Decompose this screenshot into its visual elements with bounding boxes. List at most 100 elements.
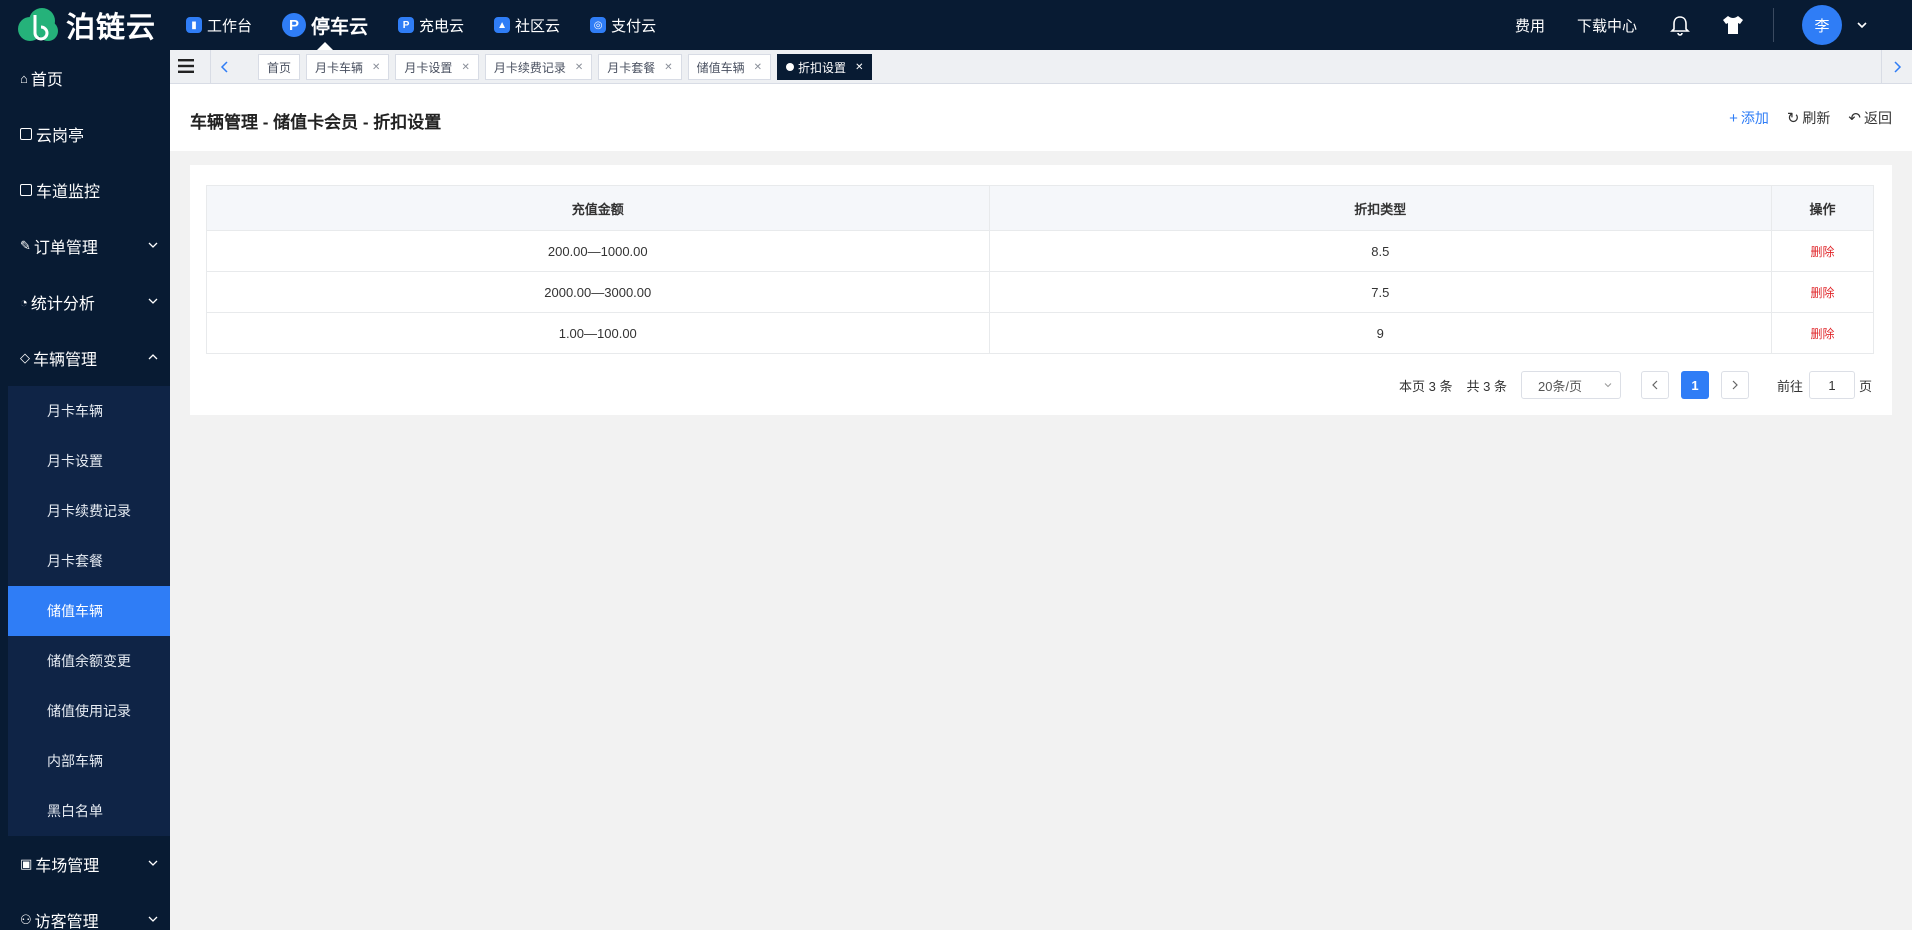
tab-label: 储值车辆 bbox=[696, 60, 745, 75]
tab-monthly-packages[interactable]: 月卡套餐 ✕ bbox=[598, 54, 682, 80]
bell-icon[interactable] bbox=[1669, 14, 1691, 36]
sidebar-item-lot-management[interactable]: ▣ 车场管理 bbox=[0, 836, 170, 892]
sidebar-sub-monthly-settings[interactable]: 月卡设置 bbox=[8, 436, 170, 486]
close-icon[interactable]: ✕ bbox=[855, 62, 863, 73]
order-icon: ✎ bbox=[20, 238, 31, 253]
column-header-actions: 操作 bbox=[1771, 185, 1874, 231]
close-icon[interactable]: ✕ bbox=[372, 62, 380, 73]
tab-monthly-settings[interactable]: 月卡设置 ✕ bbox=[395, 54, 479, 80]
page-header: 车辆管理 - 储值卡会员 - 折扣设置 + 添加 ↻ 刷新 ↶ 返回 bbox=[170, 84, 1912, 151]
goto-page-input[interactable]: 1 bbox=[1808, 371, 1855, 399]
page-number-current[interactable]: 1 bbox=[1680, 371, 1709, 399]
brand-name: 泊链云 bbox=[66, 12, 157, 44]
table-header-row: 充值金额 折扣类型 操作 bbox=[206, 185, 1874, 231]
tab-monthly-vehicles[interactable]: 月卡车辆 ✕ bbox=[306, 54, 390, 80]
goto-label: 前往 bbox=[1776, 378, 1803, 394]
back-button[interactable]: ↶ 返回 bbox=[1848, 108, 1892, 128]
delete-button[interactable]: 删除 bbox=[1811, 245, 1835, 259]
sidebar-sub-black-white-list[interactable]: 黑白名单 bbox=[8, 786, 170, 836]
sidebar-item-lane-monitor[interactable]: 车道监控 bbox=[0, 162, 170, 218]
sidebar-item-home[interactable]: ⌂ 首页 bbox=[0, 50, 170, 106]
sidebar-item-statistics[interactable]: ◔ 统计分析 bbox=[0, 274, 170, 330]
sidebar-sub-usage-records[interactable]: 储值使用记录 bbox=[8, 686, 170, 736]
tab-label: 月卡续费记录 bbox=[493, 60, 566, 75]
nav-parking-cloud[interactable]: P 停车云 bbox=[282, 0, 368, 50]
add-label: 添加 bbox=[1740, 110, 1769, 126]
nav-community-cloud[interactable]: ▲ 社区云 bbox=[494, 0, 560, 50]
tab-label: 月卡套餐 bbox=[607, 60, 656, 75]
avatar[interactable]: 李 bbox=[1802, 5, 1842, 45]
top-bar: 泊链云 ▮ 工作台 P 停车云 P 充电云 ▲ 社区云 ◎ 支付云 费用 下载中… bbox=[0, 0, 1912, 50]
sidebar-item-label: 云岗亭 bbox=[36, 128, 85, 145]
vehicle-submenu: 月卡车辆 月卡设置 月卡续费记录 月卡套餐 储值车辆 储值余额变更 储值使用记录… bbox=[8, 386, 170, 836]
chevron-left-icon[interactable] bbox=[220, 60, 230, 74]
close-icon[interactable]: ✕ bbox=[575, 62, 583, 73]
nav-label: 支付云 bbox=[611, 17, 657, 35]
tab-label: 月卡设置 bbox=[404, 60, 453, 75]
page-unit-label: 页 bbox=[1858, 378, 1872, 394]
sidebar-item-cloud-booth[interactable]: 云岗亭 bbox=[0, 106, 170, 162]
sidebar-item-label: 订单管理 bbox=[33, 240, 98, 257]
sidebar-sub-balance-changes[interactable]: 储值余额变更 bbox=[8, 636, 170, 686]
page-size-select[interactable]: 20条/页 bbox=[1520, 371, 1621, 399]
theme-shirt-icon[interactable] bbox=[1721, 14, 1745, 36]
menu-toggle-icon[interactable] bbox=[178, 59, 194, 73]
sidebar-item-vehicles[interactable]: ◇ 车辆管理 bbox=[0, 330, 170, 386]
sidebar-sub-stored-value-vehicles[interactable]: 储值车辆 bbox=[8, 586, 170, 636]
refresh-button[interactable]: ↻ 刷新 bbox=[1787, 108, 1831, 128]
nav-charging-cloud[interactable]: P 充电云 bbox=[398, 0, 464, 50]
add-button[interactable]: + 添加 bbox=[1729, 108, 1769, 128]
tab-discount-settings[interactable]: 折扣设置 ✕ bbox=[777, 54, 873, 80]
sidebar-item-visitors[interactable]: ⚇ 访客管理 bbox=[0, 892, 170, 930]
download-center-link[interactable]: 下载中心 bbox=[1577, 15, 1637, 36]
sidebar-sub-internal-vehicles[interactable]: 内部车辆 bbox=[8, 736, 170, 786]
undo-icon: ↶ bbox=[1848, 110, 1861, 127]
nav-workbench[interactable]: ▮ 工作台 bbox=[186, 0, 252, 50]
divider bbox=[1881, 50, 1882, 84]
chevron-right-icon[interactable] bbox=[1892, 60, 1902, 74]
tab-label: 折扣设置 bbox=[798, 60, 847, 75]
chevron-down-icon[interactable] bbox=[1856, 19, 1868, 31]
brand-logo[interactable]: 泊链云 bbox=[16, 6, 156, 44]
vehicle-icon: ◇ bbox=[20, 350, 30, 365]
next-page-button[interactable] bbox=[1720, 371, 1749, 399]
nav-label: 充电云 bbox=[419, 17, 465, 35]
nav-label: 工作台 bbox=[207, 17, 253, 35]
sidebar-sub-monthly-packages[interactable]: 月卡套餐 bbox=[8, 536, 170, 586]
tab-monthly-renewals[interactable]: 月卡续费记录 ✕ bbox=[484, 54, 593, 80]
bar-chart-icon: ▮ bbox=[186, 17, 202, 33]
delete-button[interactable]: 删除 bbox=[1811, 286, 1835, 300]
lot-icon: ▣ bbox=[20, 856, 33, 871]
prev-page-button[interactable] bbox=[1640, 371, 1669, 399]
page-title: 车辆管理 - 储值卡会员 - 折扣设置 bbox=[190, 113, 442, 132]
sidebar: ⌂ 首页 云岗亭 车道监控 ✎ 订单管理 ◔ 统计分析 ◇ 车辆管理 月卡车辆 … bbox=[0, 50, 170, 930]
fee-link[interactable]: 费用 bbox=[1515, 15, 1545, 36]
sidebar-item-label: 访客管理 bbox=[34, 914, 99, 930]
close-icon[interactable]: ✕ bbox=[754, 62, 762, 73]
discount-table: 充值金额 折扣类型 操作 200.00—1000.00 8.5 删除 2000.… bbox=[206, 185, 1874, 354]
delete-button[interactable]: 删除 bbox=[1811, 327, 1835, 341]
chevron-left-icon bbox=[1652, 380, 1658, 390]
table-row: 200.00—1000.00 8.5 删除 bbox=[206, 230, 1874, 272]
plus-icon: + bbox=[1729, 109, 1738, 127]
chevron-down-icon bbox=[1604, 383, 1612, 388]
close-icon[interactable]: ✕ bbox=[461, 62, 469, 73]
cell-discount: 7.5 bbox=[988, 271, 1773, 313]
community-icon: ▲ bbox=[494, 17, 511, 33]
content-card: 充值金额 折扣类型 操作 200.00—1000.00 8.5 删除 2000.… bbox=[190, 165, 1892, 415]
sidebar-sub-monthly-vehicles[interactable]: 月卡车辆 bbox=[8, 386, 170, 436]
refresh-label: 刷新 bbox=[1802, 110, 1831, 126]
close-icon[interactable]: ✕ bbox=[664, 62, 672, 73]
monitor-icon bbox=[20, 184, 32, 196]
tab-home[interactable]: 首页 bbox=[258, 54, 301, 80]
column-header-amount: 充值金额 bbox=[206, 185, 990, 231]
table-row: 1.00—100.00 9 删除 bbox=[206, 312, 1874, 354]
nav-label: 停车云 bbox=[311, 16, 369, 38]
sidebar-sub-monthly-renewals[interactable]: 月卡续费记录 bbox=[8, 486, 170, 536]
active-dot-icon bbox=[786, 63, 795, 71]
sidebar-item-label: 车场管理 bbox=[35, 858, 100, 875]
sidebar-item-orders[interactable]: ✎ 订单管理 bbox=[0, 218, 170, 274]
chevron-down-icon bbox=[148, 916, 158, 922]
tab-stored-value-vehicles[interactable]: 储值车辆 ✕ bbox=[687, 54, 772, 80]
nav-payment-cloud[interactable]: ◎ 支付云 bbox=[590, 0, 656, 50]
